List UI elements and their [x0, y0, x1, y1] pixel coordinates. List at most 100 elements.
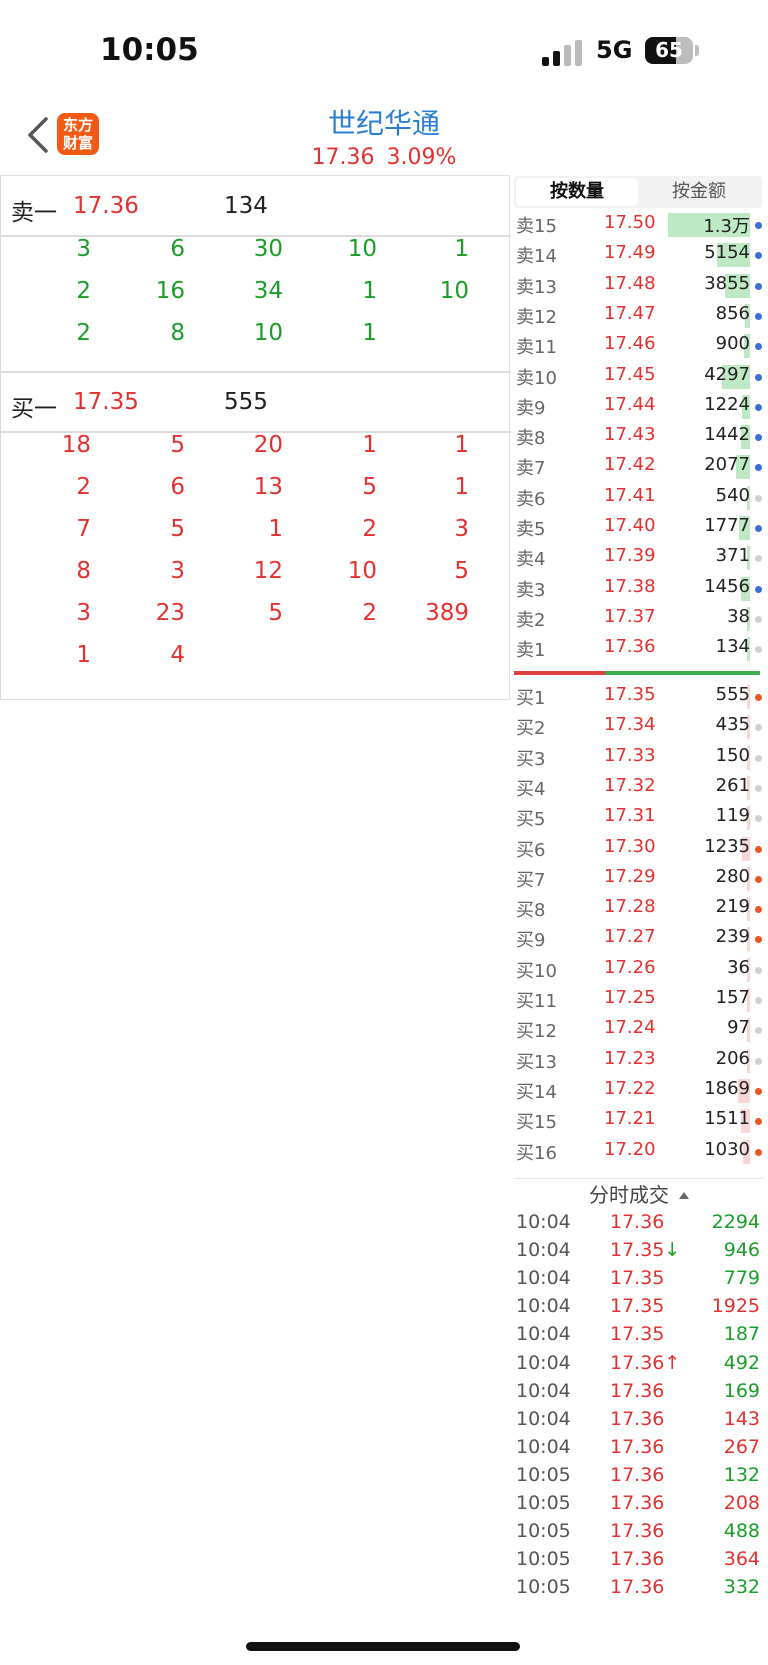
level-price: 17.47 [604, 302, 656, 324]
ask-row[interactable]: 卖4 17.39 371 [514, 543, 764, 573]
trade-volume: 1925 [711, 1295, 760, 1318]
level-quantity: 4297 [704, 363, 750, 385]
buy-queue-row: 2 6 13 5 1 [1, 474, 511, 518]
level-label: 卖9 [516, 397, 546, 419]
level-quantity: 371 [715, 545, 750, 567]
bid-row[interactable]: 买12 17.24 97 [514, 1015, 764, 1045]
buy-level-label: 买一 [11, 396, 57, 422]
tab-by-quantity[interactable]: 按数量 [516, 178, 638, 206]
order-book-tabs: 按数量 按金额 [514, 176, 762, 208]
buy-queue-row: 7 5 1 2 3 [1, 516, 511, 560]
trade-time: 10:05 [516, 1520, 571, 1543]
level-price: 17.38 [604, 575, 656, 597]
level-dot-icon [755, 966, 762, 974]
level-dot-icon [755, 343, 762, 351]
level-quantity: 38 [727, 605, 750, 627]
bid-row[interactable]: 买14 17.22 1869 [514, 1076, 764, 1106]
trade-row: 10:04 17.36 267 [514, 1435, 764, 1463]
trade-price: 17.36 [610, 1464, 664, 1486]
bid-row[interactable]: 买11 17.25 157 [514, 985, 764, 1015]
trade-price-value: 17.35 [610, 1267, 665, 1290]
trade-time: 10:04 [516, 1351, 571, 1374]
sell-queue-row: 3 6 30 10 1 [1, 236, 511, 280]
bid-row[interactable]: 买16 17.20 1030 [514, 1137, 764, 1167]
level-label: 卖1 [516, 640, 546, 662]
level-quantity: 1869 [704, 1077, 750, 1099]
bid-row[interactable]: 买4 17.32 261 [514, 773, 764, 803]
ask-row[interactable]: 卖7 17.42 2077 [514, 452, 764, 482]
bid-row[interactable]: 买7 17.29 280 [514, 864, 764, 894]
level-price: 17.20 [604, 1138, 656, 1160]
level-label: 卖7 [516, 458, 546, 480]
trade-volume: 946 [723, 1239, 760, 1262]
bid-row[interactable]: 买8 17.28 219 [514, 894, 764, 924]
bid-row[interactable]: 买3 17.33 150 [514, 743, 764, 773]
bid-row[interactable]: 买2 17.34 435 [514, 712, 764, 742]
bid-row[interactable]: 买1 17.35 555 [514, 682, 764, 712]
level-quantity: 1456 [704, 575, 750, 597]
level-label: 卖6 [516, 488, 546, 510]
level-price: 17.30 [604, 835, 656, 857]
home-indicator[interactable] [246, 1642, 520, 1651]
level-label: 买7 [516, 869, 546, 891]
ask-row[interactable]: 卖5 17.40 1777 [514, 513, 764, 543]
bid-row[interactable]: 买13 17.23 206 [514, 1046, 764, 1076]
level-price: 17.25 [604, 987, 656, 1008]
buy-queue-cell: 5 [454, 558, 469, 584]
status-time: 10:05 [100, 32, 199, 68]
bid-row[interactable]: 买15 17.21 1511 [514, 1106, 764, 1136]
bid-row[interactable]: 买5 17.31 119 [514, 803, 764, 833]
level-dot-icon [755, 1027, 762, 1035]
battery-percent: 65 [655, 38, 683, 62]
buy-queue-cell: 10 [347, 558, 377, 584]
trade-time: 10:04 [516, 1379, 571, 1402]
level-price: 17.37 [604, 605, 656, 627]
trade-row: 10:04 17.36 169 [514, 1379, 764, 1407]
bid-row[interactable]: 买6 17.30 1235 [514, 834, 764, 864]
level-label: 卖10 [516, 367, 557, 389]
ask-row[interactable]: 卖15 17.50 1.3万 [514, 210, 764, 240]
ask-row[interactable]: 卖2 17.37 38 [514, 604, 764, 634]
trade-price-value: 17.36 [610, 1407, 665, 1430]
stock-title[interactable]: 世纪华通 [0, 102, 768, 142]
level-quantity: 2077 [704, 454, 750, 476]
buy-queue-cell: 3 [170, 558, 185, 584]
ask-row[interactable]: 卖3 17.38 1456 [514, 574, 764, 604]
sell-level-volume: 134 [224, 193, 268, 219]
level-dot-icon [755, 1057, 762, 1065]
ask-row[interactable]: 卖6 17.41 540 [514, 483, 764, 513]
buy-queue-cell: 20 [253, 432, 283, 458]
trade-price: 17.35↓ [610, 1239, 680, 1261]
stock-price: 17.36 [311, 145, 375, 170]
ask-row[interactable]: 卖10 17.45 4297 [514, 362, 764, 392]
ask-row[interactable]: 卖9 17.44 1224 [514, 392, 764, 422]
bid-row[interactable]: 买9 17.27 239 [514, 924, 764, 954]
sell-queue-cell: 34 [253, 278, 283, 304]
level-price: 17.29 [604, 865, 656, 887]
collapse-arrow-icon[interactable] [679, 1192, 689, 1199]
ask-row[interactable]: 卖13 17.48 3855 [514, 271, 764, 301]
order-queue-panel: 卖一 17.36 134 3 6 30 10 1 2 16 34 1 10 2 8 10 1 买一 17.… [0, 175, 511, 700]
buy-queue-cell: 1 [76, 642, 91, 668]
buy-queue-row: 14 [1, 642, 511, 686]
trade-price-value: 17.36 [610, 1463, 665, 1486]
ask-row[interactable]: 卖1 17.36 134 [514, 634, 764, 664]
level-dot-icon [755, 1087, 762, 1095]
level-label: 卖2 [516, 609, 546, 631]
trade-price-value: 17.36 [610, 1211, 665, 1233]
trades-header[interactable]: 分时成交 [514, 1178, 764, 1211]
ask-row[interactable]: 卖14 17.49 5154 [514, 240, 764, 270]
ask-row[interactable]: 卖11 17.46 900 [514, 331, 764, 361]
level-label: 卖14 [516, 246, 557, 268]
bid-row[interactable]: 买10 17.26 36 [514, 955, 764, 985]
tab-by-amount[interactable]: 按金额 [638, 178, 760, 206]
stock-change: 3.09% [386, 145, 457, 170]
level-label: 卖12 [516, 306, 557, 328]
level-quantity: 3855 [704, 272, 750, 294]
level-price: 17.42 [604, 454, 656, 476]
buy-queue-cell: 389 [425, 600, 469, 626]
level-price: 17.28 [604, 896, 656, 918]
level-price: 17.35 [604, 684, 656, 705]
ask-row[interactable]: 卖12 17.47 856 [514, 301, 764, 331]
ask-row[interactable]: 卖8 17.43 1442 [514, 422, 764, 452]
